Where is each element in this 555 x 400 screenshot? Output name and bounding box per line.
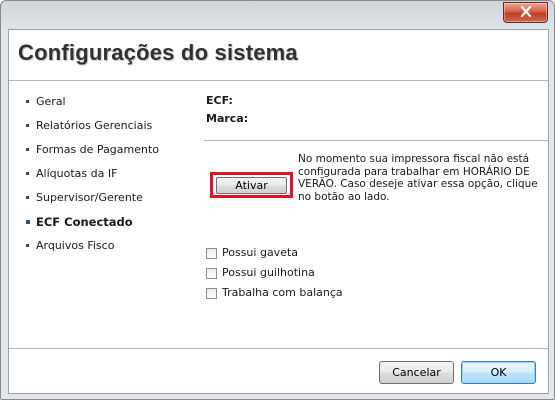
brand-label: Marca: (206, 112, 249, 125)
sidebar-item-label: Arquivos Fisco (36, 239, 115, 252)
option-label: Possui guilhotina (222, 266, 315, 279)
option-possui-gaveta[interactable]: Possui gaveta (206, 243, 343, 263)
bullet-icon (26, 100, 29, 103)
sidebar-item-relatorios-gerenciais[interactable]: Relatórios Gerenciais (26, 114, 196, 138)
sidebar-item-label: Alíquotas da IF (36, 167, 118, 180)
title-divider (9, 80, 548, 81)
settings-dialog-window: Configurações do sistema Geral Relatório… (0, 0, 555, 400)
option-label: Possui gaveta (222, 246, 299, 259)
sidebar-item-label: Relatórios Gerenciais (36, 119, 153, 132)
bullet-icon (26, 244, 29, 247)
sidebar-item-label: Supervisor/Gerente (36, 191, 143, 204)
checkbox-gaveta[interactable] (206, 247, 217, 259)
footer-divider (9, 348, 548, 349)
sidebar-item-arquivos-fisco[interactable]: Arquivos Fisco (26, 234, 196, 258)
sidebar-item-aliquotas-da-if[interactable]: Alíquotas da IF (26, 162, 196, 186)
option-label: Trabalha com balança (222, 286, 343, 299)
bullet-icon (26, 196, 29, 199)
bullet-icon (26, 220, 30, 224)
option-possui-guilhotina[interactable]: Possui guilhotina (206, 263, 343, 283)
options-list: Possui gaveta Possui guilhotina Trabalha… (206, 243, 343, 303)
sidebar-item-supervisor-gerente[interactable]: Supervisor/Gerente (26, 186, 196, 210)
sidebar-item-label: Formas de Pagamento (36, 143, 160, 156)
brand-info: Marca: (206, 112, 254, 125)
dialog-content: Configurações do sistema Geral Relatório… (8, 29, 549, 394)
sidebar-item-label: Geral (36, 95, 66, 108)
sidebar-item-formas-de-pagamento[interactable]: Formas de Pagamento (26, 138, 196, 162)
checkbox-balanca[interactable] (206, 287, 217, 299)
close-x-icon (520, 5, 532, 20)
dst-message: No momento sua impressora fiscal não est… (298, 153, 538, 203)
activate-dst-button[interactable]: Ativar (216, 177, 287, 194)
ecf-info: ECF: (206, 94, 239, 107)
sidebar-item-ecf-conectado[interactable]: ECF Conectado (26, 210, 196, 234)
bullet-icon (26, 148, 29, 151)
ecf-label: ECF: (206, 94, 233, 107)
page-title: Configurações do sistema (18, 40, 298, 65)
bullet-icon (26, 172, 29, 175)
bullet-icon (26, 124, 29, 127)
title-bar[interactable] (1, 1, 554, 27)
checkbox-guilhotina[interactable] (206, 267, 217, 279)
sidebar-item-geral[interactable]: Geral (26, 90, 196, 114)
close-button[interactable] (503, 2, 548, 23)
option-trabalha-com-balanca[interactable]: Trabalha com balança (206, 283, 343, 303)
cancel-button[interactable]: Cancelar (379, 361, 454, 384)
section-divider (204, 140, 548, 141)
sidebar-item-label: ECF Conectado (36, 215, 133, 229)
ok-button[interactable]: OK (461, 361, 536, 384)
sidebar: Geral Relatórios Gerenciais Formas de Pa… (26, 90, 196, 258)
